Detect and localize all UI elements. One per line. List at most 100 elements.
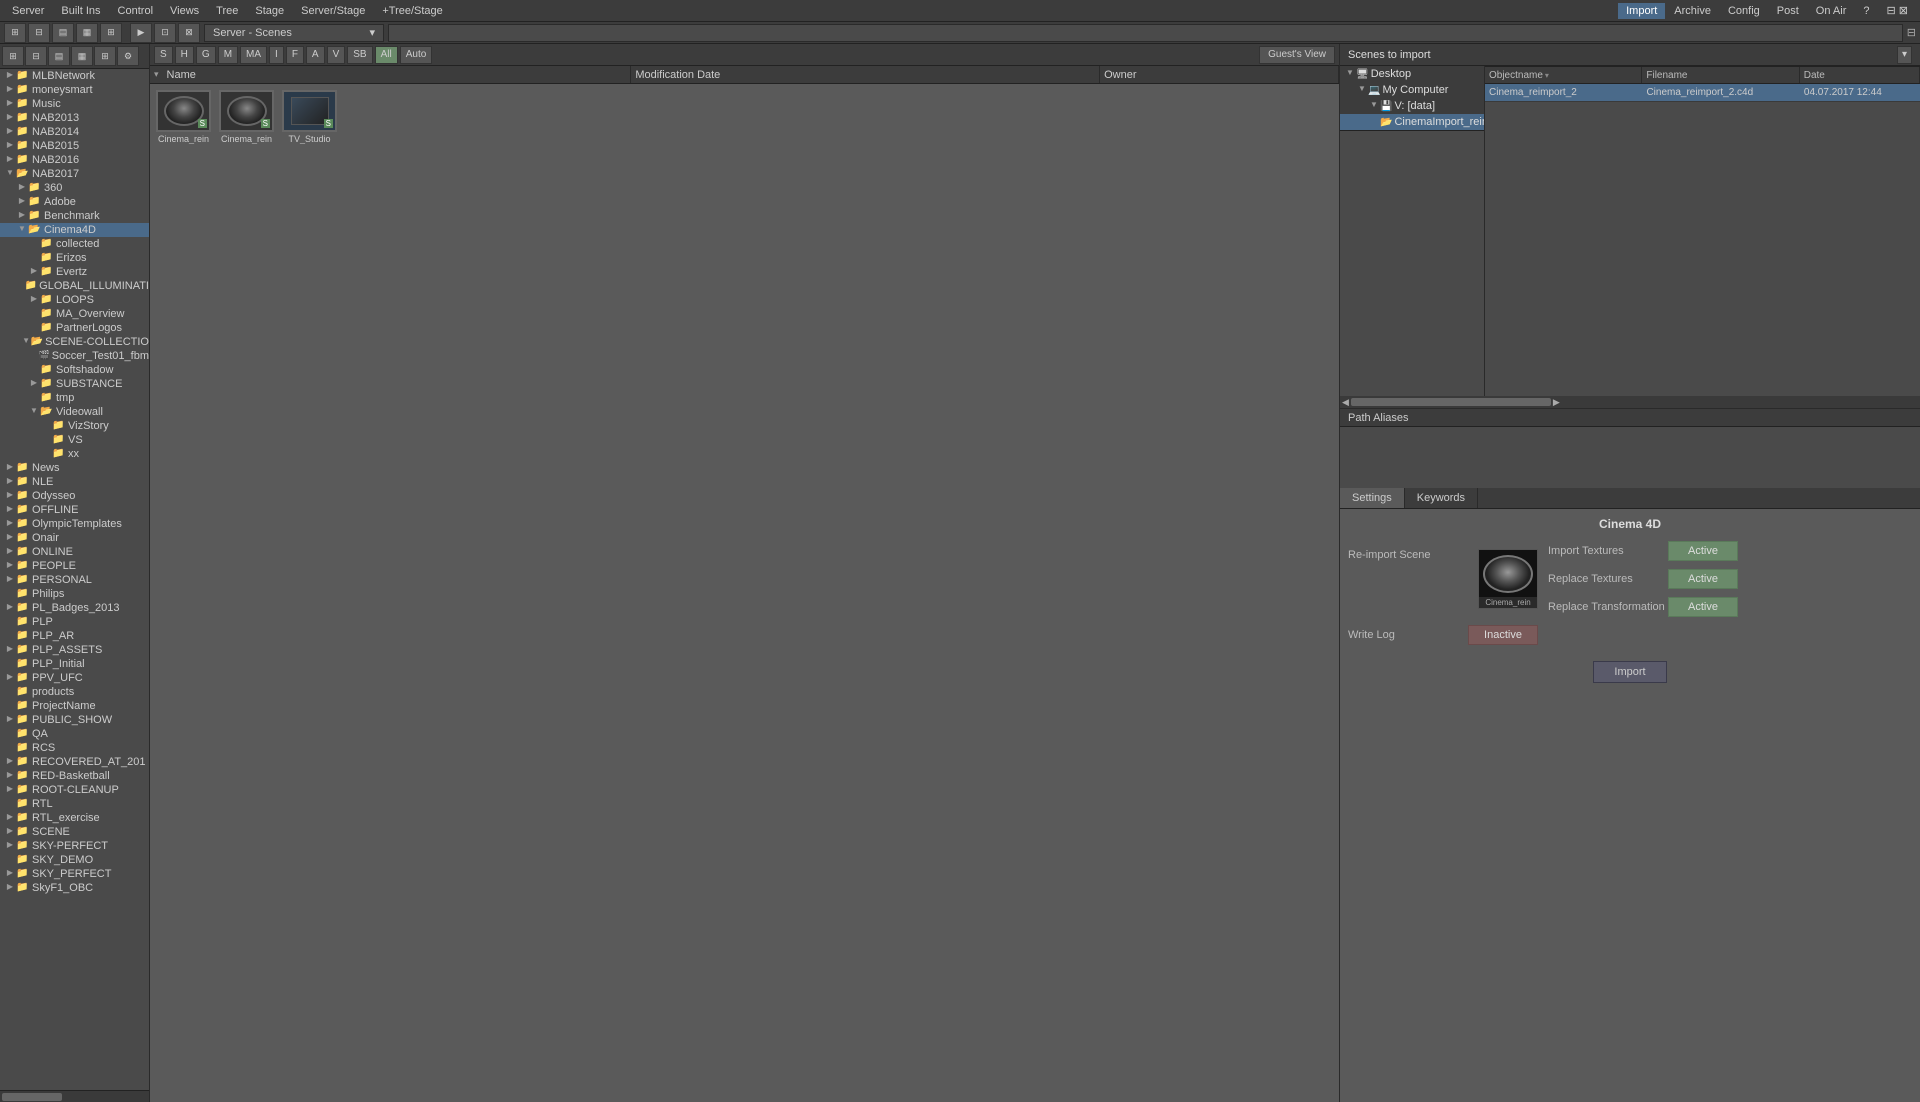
- expand-benchmark[interactable]: ▶: [16, 210, 28, 222]
- tree-item-collected[interactable]: 📁 collected: [0, 237, 149, 251]
- expand-adobe[interactable]: ▶: [16, 196, 28, 208]
- tree-item-odysseo[interactable]: ▶ 📁 Odysseo: [0, 489, 149, 503]
- expand-nab2013[interactable]: ▶: [4, 112, 16, 124]
- tree-item-xx[interactable]: 📁 xx: [0, 447, 149, 461]
- col-owner-header[interactable]: Owner: [1100, 66, 1339, 83]
- replace-textures-btn[interactable]: Active: [1668, 569, 1738, 589]
- filter-sb[interactable]: SB: [347, 46, 372, 64]
- expand-people[interactable]: ▶: [4, 560, 16, 572]
- tree-item-public-show[interactable]: ▶ 📁 PUBLIC_SHOW: [0, 713, 149, 727]
- tree-item-onair[interactable]: ▶ 📁 Onair: [0, 531, 149, 545]
- tree-item-scene-collection[interactable]: ▼ 📂 SCENE-COLLECTIO: [0, 335, 149, 349]
- expand-philips[interactable]: [4, 588, 16, 600]
- import-textures-btn[interactable]: Active: [1668, 541, 1738, 561]
- expand-erizos[interactable]: [28, 252, 40, 264]
- browser-col-filename[interactable]: Filename: [1642, 67, 1799, 83]
- expand-root-cleanup[interactable]: ▶: [4, 784, 16, 796]
- expand-360[interactable]: ▶: [16, 182, 28, 194]
- expand-evertz[interactable]: ▶: [28, 266, 40, 278]
- expand-nab2014[interactable]: ▶: [4, 126, 16, 138]
- tree-item-soccer[interactable]: 🎬 Soccer_Test01_fbm: [0, 349, 149, 363]
- tree-stage-menu-item[interactable]: +Tree/Stage: [374, 3, 450, 19]
- filter-h[interactable]: H: [175, 46, 194, 64]
- tree-item-news[interactable]: ▶ 📁 News: [0, 461, 149, 475]
- thumbnail-cinema-rein-1[interactable]: S Cinema_rein: [154, 88, 213, 146]
- expand-nle[interactable]: ▶: [4, 476, 16, 488]
- col-name-header[interactable]: Name: [163, 66, 632, 83]
- tree-item-vizstory[interactable]: 📁 VizStory: [0, 419, 149, 433]
- tree-item-mlbnetwork[interactable]: ▶ 📁 MLBNetwork: [0, 69, 149, 83]
- archive-menu-item[interactable]: Archive: [1666, 3, 1719, 19]
- post-menu-item[interactable]: Post: [1769, 3, 1807, 19]
- toolbar-btn-6[interactable]: ▶: [130, 23, 152, 43]
- tree-item-projectname[interactable]: 📁 ProjectName: [0, 699, 149, 713]
- toolbar-btn-1[interactable]: ⊞: [4, 23, 26, 43]
- tree-item-plp[interactable]: 📁 PLP: [0, 615, 149, 629]
- control-menu-item[interactable]: Control: [110, 3, 161, 19]
- expand-scene-collection[interactable]: ▼: [21, 336, 30, 348]
- expand-products[interactable]: [4, 686, 16, 698]
- expand-skyf1-obc[interactable]: ▶: [4, 882, 16, 894]
- tree-item-people[interactable]: ▶ 📁 PEOPLE: [0, 559, 149, 573]
- tab-keywords[interactable]: Keywords: [1405, 488, 1478, 508]
- expand-ma-overview[interactable]: [28, 308, 40, 320]
- filter-f[interactable]: F: [286, 46, 304, 64]
- browser-v-data[interactable]: ▼ 💾 V: [data]: [1340, 98, 1484, 114]
- browser-col-date[interactable]: Date: [1800, 67, 1920, 83]
- browser-scroll-thumb[interactable]: [1351, 398, 1551, 406]
- expand-my-computer[interactable]: ▼: [1356, 84, 1368, 96]
- expand-nab2016[interactable]: ▶: [4, 154, 16, 166]
- tree-item-philips[interactable]: 📁 Philips: [0, 587, 149, 601]
- expand-pl-badges[interactable]: ▶: [4, 602, 16, 614]
- left-tool-6[interactable]: ⚙: [117, 46, 139, 66]
- import-menu-item[interactable]: Import: [1618, 3, 1665, 19]
- help-icon[interactable]: ?: [1855, 3, 1877, 19]
- expand-sky-perfect[interactable]: ▶: [4, 840, 16, 852]
- import-button[interactable]: Import: [1593, 661, 1666, 683]
- expand-plp-initial[interactable]: [4, 658, 16, 670]
- expand-sky-perfect-2[interactable]: ▶: [4, 868, 16, 880]
- expand-personal[interactable]: ▶: [4, 574, 16, 586]
- tree-item-sky-demo[interactable]: 📁 SKY_DEMO: [0, 853, 149, 867]
- tree-item-360[interactable]: ▶ 📁 360: [0, 181, 149, 195]
- expand-plp-ar[interactable]: [4, 630, 16, 642]
- config-menu-item[interactable]: Config: [1720, 3, 1768, 19]
- expand-news[interactable]: ▶: [4, 462, 16, 474]
- server-stage-menu-item[interactable]: Server/Stage: [293, 3, 373, 19]
- views-menu-item[interactable]: Views: [162, 3, 207, 19]
- tree-item-music[interactable]: ▶ 📁 Music: [0, 97, 149, 111]
- expand-rtl-exercise[interactable]: ▶: [4, 812, 16, 824]
- expand-global[interactable]: [17, 280, 24, 292]
- toolbar-btn-5[interactable]: ⊞: [100, 23, 122, 43]
- expand-moneysmart[interactable]: ▶: [4, 84, 16, 96]
- tree-item-rcs[interactable]: 📁 RCS: [0, 741, 149, 755]
- expand-nab2017[interactable]: ▼: [4, 168, 16, 180]
- expand-olympictemplates[interactable]: ▶: [4, 518, 16, 530]
- tree-item-softshadow[interactable]: 📁 Softshadow: [0, 363, 149, 377]
- left-panel-scroll-thumb[interactable]: [2, 1093, 62, 1101]
- expand-rcs[interactable]: [4, 742, 16, 754]
- tree-item-red-basketball[interactable]: ▶ 📁 RED-Basketball: [0, 769, 149, 783]
- browser-col-objectname[interactable]: Objectname ▾: [1485, 67, 1642, 83]
- tree-item-plp-assets[interactable]: ▶ 📁 PLP_ASSETS: [0, 643, 149, 657]
- expand-vizstory[interactable]: [40, 420, 52, 432]
- expand-qa[interactable]: [4, 728, 16, 740]
- filter-all[interactable]: All: [375, 46, 398, 64]
- tree-item-nab2013[interactable]: ▶ 📁 NAB2013: [0, 111, 149, 125]
- scroll-right-arrow[interactable]: ▶: [1553, 397, 1560, 408]
- tree-item-partnerlogos[interactable]: 📁 PartnerLogos: [0, 321, 149, 335]
- expand-partnerlogos[interactable]: [28, 322, 40, 334]
- tree-item-global[interactable]: 📁 GLOBAL_ILLUMINATI: [0, 279, 149, 293]
- expand-projectname[interactable]: [4, 700, 16, 712]
- filter-v[interactable]: V: [327, 46, 346, 64]
- tree-item-rtl-exercise[interactable]: ▶ 📁 RTL_exercise: [0, 811, 149, 825]
- expand-online[interactable]: ▶: [4, 546, 16, 558]
- expand-odysseo[interactable]: ▶: [4, 490, 16, 502]
- thumbnail-tv-studio[interactable]: S TV_Studio: [280, 88, 339, 146]
- expand-substance[interactable]: ▶: [28, 378, 40, 390]
- tree-item-loops[interactable]: ▶ 📁 LOOPS: [0, 293, 149, 307]
- expand-recovered[interactable]: ▶: [4, 756, 16, 768]
- expand-onair[interactable]: ▶: [4, 532, 16, 544]
- filter-s[interactable]: S: [154, 46, 173, 64]
- tree-item-nab2015[interactable]: ▶ 📁 NAB2015: [0, 139, 149, 153]
